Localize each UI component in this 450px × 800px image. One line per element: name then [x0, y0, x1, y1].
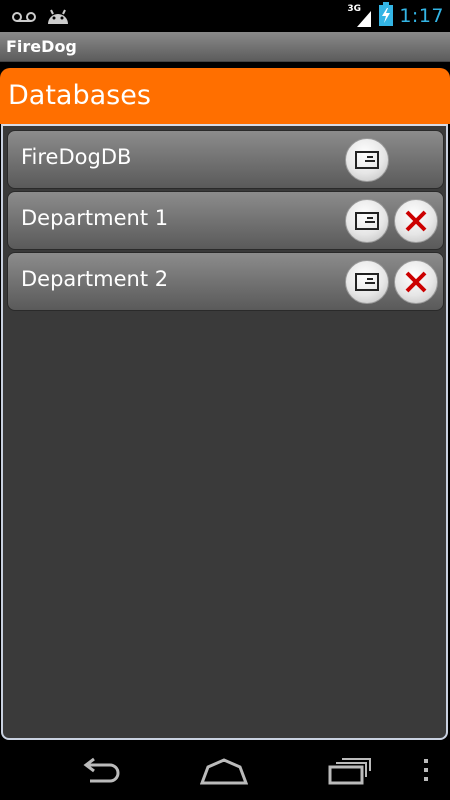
database-label: FireDogDB: [21, 145, 132, 169]
close-icon: [405, 210, 427, 232]
app-title-bar: FireDog: [0, 32, 450, 62]
android-icon: [46, 6, 70, 30]
edit-database-button[interactable]: [345, 260, 389, 304]
edit-database-button[interactable]: [345, 138, 389, 182]
delete-database-button[interactable]: [394, 260, 438, 304]
card-icon: [355, 151, 379, 169]
back-icon[interactable]: [78, 757, 122, 789]
database-label: Department 2: [21, 267, 169, 291]
delete-database-button[interactable]: [394, 199, 438, 243]
status-bar: 3G 1:17: [0, 0, 450, 32]
edit-database-button[interactable]: [345, 199, 389, 243]
close-icon: [405, 271, 427, 293]
database-row-firedogdb[interactable]: FireDogDB: [7, 130, 444, 189]
page-title: Databases: [8, 80, 151, 111]
database-label: Department 1: [21, 206, 169, 230]
database-list: FireDogDB Department 1 Department 2: [7, 130, 444, 313]
navigation-bar: [0, 743, 450, 800]
app-title: FireDog: [6, 37, 77, 56]
database-row-department-2[interactable]: Department 2: [7, 252, 444, 311]
databases-panel: FireDogDB Department 1 Department 2: [1, 124, 448, 740]
database-row-department-1[interactable]: Department 1: [7, 191, 444, 250]
databases-header: Databases: [0, 68, 450, 124]
voicemail-icon: [12, 9, 36, 28]
menu-icon[interactable]: [423, 757, 429, 787]
card-icon: [355, 212, 379, 230]
main-content: Databases FireDogDB Department 1 Departm…: [0, 62, 450, 743]
recents-icon[interactable]: [328, 757, 372, 789]
battery-charging-icon: [379, 2, 394, 30]
home-icon[interactable]: [199, 757, 249, 789]
card-icon: [355, 273, 379, 291]
clock: 1:17: [399, 5, 444, 27]
signal-icon: 3G: [347, 4, 373, 27]
